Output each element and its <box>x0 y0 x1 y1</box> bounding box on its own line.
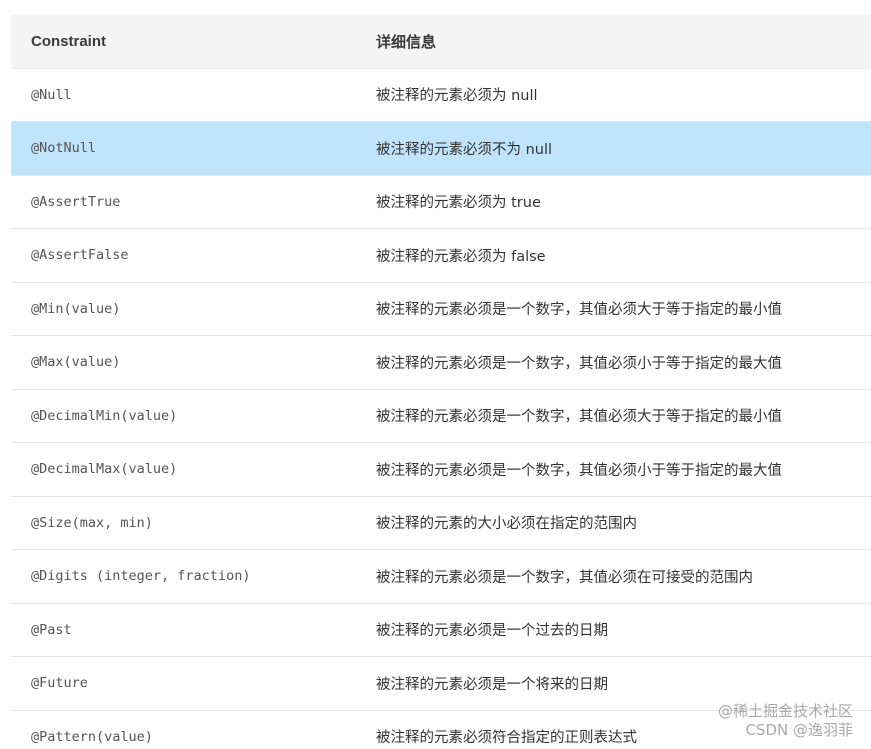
constraint-cell: @Past <box>31 621 72 638</box>
header-detail: 详细信息 <box>356 15 871 69</box>
constraint-cell: @AssertFalse <box>31 247 129 264</box>
constraints-table: Constraint 详细信息 @Null 被注释的元素必须为 null @No… <box>11 15 871 749</box>
table-row: @AssertTrue 被注释的元素必须为 true <box>11 175 871 229</box>
detail-cell: 被注释的元素必须为 false <box>376 248 546 265</box>
header-constraint: Constraint <box>11 15 356 69</box>
constraint-cell: @DecimalMax(value) <box>31 461 178 478</box>
constraint-cell: @DecimalMin(value) <box>31 407 178 424</box>
constraint-cell: @Max(value) <box>31 354 121 371</box>
table-row: @AssertFalse 被注释的元素必须为 false <box>11 229 871 282</box>
constraint-cell: @Pattern(value) <box>31 728 153 745</box>
table-row: @DecimalMin(value) 被注释的元素必须是一个数字，其值必须大于等… <box>11 389 871 443</box>
constraint-cell: @AssertTrue <box>31 193 121 210</box>
detail-cell: 被注释的元素必须是一个数字，其值必须大于等于指定的最小值 <box>376 409 782 426</box>
constraint-cell: @Null <box>31 86 72 103</box>
table-row: @Min(value) 被注释的元素必须是一个数字，其值必须大于等于指定的最小值 <box>11 282 871 336</box>
table-row: @Pattern(value) 被注释的元素必须符合指定的正则表达式 <box>11 710 871 749</box>
detail-cell: 被注释的元素必须为 true <box>376 195 541 212</box>
constraint-cell: @Future <box>31 675 88 692</box>
detail-cell: 被注释的元素必须为 null <box>376 88 538 105</box>
detail-cell: 被注释的元素必须是一个数字，其值必须在可接受的范围内 <box>376 569 753 586</box>
table-row: @NotNull 被注释的元素必须不为 null <box>11 121 871 175</box>
detail-cell: 被注释的元素必须是一个将来的日期 <box>376 676 608 693</box>
detail-cell: 被注释的元素必须是一个数字，其值必须大于等于指定的最小值 <box>376 302 782 319</box>
constraint-cell: @Size(max, min) <box>31 514 153 531</box>
detail-cell: 被注释的元素必须是一个过去的日期 <box>376 623 608 640</box>
table-body: @Null 被注释的元素必须为 null @NotNull 被注释的元素必须不为… <box>11 68 871 749</box>
table-header: Constraint 详细信息 <box>11 15 871 69</box>
header-row: Constraint 详细信息 <box>11 15 871 69</box>
table-row: @Max(value) 被注释的元素必须是一个数字，其值必须小于等于指定的最大值 <box>11 336 871 389</box>
table-row: @Digits (integer, fraction) 被注释的元素必须是一个数… <box>11 550 871 603</box>
table-row: @Past 被注释的元素必须是一个过去的日期 <box>11 603 871 657</box>
page: Constraint 详细信息 @Null 被注释的元素必须为 null @No… <box>0 0 871 749</box>
constraint-cell: @Min(value) <box>31 300 121 317</box>
detail-cell: 被注释的元素必须是一个数字，其值必须小于等于指定的最大值 <box>376 355 782 372</box>
detail-cell: 被注释的元素必须符合指定的正则表达式 <box>376 730 637 747</box>
constraint-cell: @NotNull <box>31 140 97 157</box>
table-row: @Future 被注释的元素必须是一个将来的日期 <box>11 657 871 710</box>
table-row: @DecimalMax(value) 被注释的元素必须是一个数字，其值必须小于等… <box>11 443 871 496</box>
detail-cell: 被注释的元素的大小必须在指定的范围内 <box>376 516 637 533</box>
constraint-cell: @Digits (integer, fraction) <box>31 568 251 585</box>
detail-cell: 被注释的元素必须是一个数字，其值必须小于等于指定的最大值 <box>376 462 782 479</box>
table-row: @Null 被注释的元素必须为 null <box>11 68 871 122</box>
table-row: @Size(max, min) 被注释的元素的大小必须在指定的范围内 <box>11 496 871 550</box>
detail-cell: 被注释的元素必须不为 null <box>376 141 553 158</box>
